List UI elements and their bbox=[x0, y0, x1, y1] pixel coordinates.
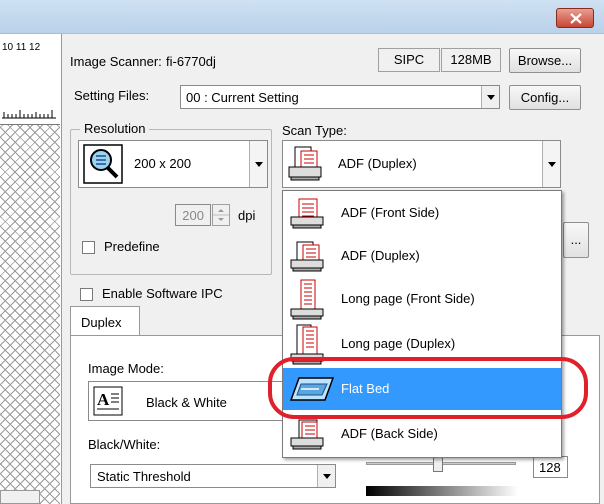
dropdown-item-label: ADF (Back Side) bbox=[341, 426, 438, 441]
threshold-value: 128 bbox=[539, 460, 561, 475]
dropdown-item-label: ADF (Front Side) bbox=[341, 205, 440, 220]
close-button[interactable] bbox=[556, 8, 594, 28]
scanner-label: Image Scanner: bbox=[70, 54, 162, 69]
sipc-indicator: SIPC bbox=[378, 48, 440, 72]
black-white-value: Static Threshold bbox=[97, 469, 191, 484]
close-icon bbox=[570, 13, 582, 24]
title-bar bbox=[0, 0, 604, 34]
config-button[interactable]: Config... bbox=[509, 85, 581, 110]
adf-front-icon bbox=[290, 198, 324, 229]
threshold-input[interactable]: 128 bbox=[533, 456, 568, 478]
setting-files-select[interactable]: 00 : Current Setting bbox=[180, 85, 500, 109]
black-white-label: Black/White: bbox=[88, 437, 161, 452]
memory-text: 128MB bbox=[450, 52, 492, 67]
chevron-down-icon bbox=[317, 465, 335, 487]
custom-dpi-input[interactable]: 200 bbox=[175, 204, 211, 226]
image-mode-label: Image Mode: bbox=[88, 361, 164, 376]
chevron-down-icon bbox=[249, 141, 267, 187]
adf-back-icon bbox=[290, 419, 324, 450]
resolution-value: 200 x 200 bbox=[134, 156, 192, 171]
ruler-ticks bbox=[2, 110, 56, 119]
browse-button[interactable]: Browse... bbox=[509, 48, 581, 73]
scan-type-select[interactable]: ADF (Duplex) bbox=[282, 140, 561, 188]
memory-indicator: 128MB bbox=[441, 48, 501, 72]
text-mode-icon: A bbox=[93, 386, 123, 416]
sipc-text: SIPC bbox=[393, 52, 425, 67]
dropdown-item-label: Long page (Front Side) bbox=[341, 291, 475, 306]
long-page-front-icon bbox=[290, 279, 324, 320]
tab-duplex[interactable]: Duplex bbox=[70, 306, 140, 336]
scanner-model: fi-6770dj bbox=[166, 54, 216, 69]
setting-files-value: 00 : Current Setting bbox=[186, 90, 299, 105]
preview-footer bbox=[0, 490, 40, 504]
dropdown-item-label: ADF (Duplex) bbox=[341, 248, 420, 263]
predefine-checkbox[interactable] bbox=[82, 241, 95, 254]
resolution-group-label: Resolution bbox=[80, 121, 150, 136]
dropdown-item-adf-back[interactable]: ADF (Back Side) bbox=[283, 413, 561, 455]
black-white-select[interactable]: Static Threshold bbox=[90, 464, 336, 488]
chevron-down-icon bbox=[481, 86, 499, 108]
scan-type-label: Scan Type: bbox=[282, 123, 347, 138]
custom-dpi-value: 200 bbox=[182, 208, 204, 223]
dropdown-item-label: Long page (Duplex) bbox=[341, 336, 456, 351]
dropdown-item-adf-front[interactable]: ADF (Front Side) bbox=[283, 192, 561, 234]
gradient-bar bbox=[366, 486, 518, 496]
dropdown-item-long-page-front[interactable]: Long page (Front Side) bbox=[283, 278, 561, 322]
adf-duplex-icon bbox=[288, 146, 322, 181]
chevron-down-icon bbox=[542, 141, 560, 187]
preview-area[interactable] bbox=[0, 124, 60, 504]
dropdown-item-adf-duplex[interactable]: ADF (Duplex) bbox=[283, 235, 561, 277]
adf-duplex-icon bbox=[290, 241, 324, 272]
setting-files-label: Setting Files: bbox=[74, 88, 150, 103]
image-mode-value: Black & White bbox=[146, 395, 227, 410]
resolution-select[interactable]: 200 x 200 bbox=[78, 140, 268, 188]
predefine-label: Predefine bbox=[104, 239, 160, 254]
svg-text:A: A bbox=[97, 390, 110, 409]
highlight-annotation bbox=[268, 357, 588, 419]
preview-panel: 10 11 12 bbox=[0, 34, 62, 504]
more-options-button[interactable]: ... bbox=[563, 222, 589, 258]
software-ipc-label: Enable Software IPC bbox=[102, 286, 223, 301]
scan-type-value: ADF (Duplex) bbox=[338, 156, 417, 171]
magnifier-icon bbox=[83, 144, 123, 184]
ruler-numbers: 10 11 12 bbox=[2, 42, 41, 53]
software-ipc-checkbox[interactable] bbox=[80, 288, 93, 301]
dpi-unit: dpi bbox=[238, 208, 256, 223]
tab-duplex-label: Duplex bbox=[81, 315, 122, 330]
image-mode-select[interactable]: A Black & White bbox=[88, 381, 288, 421]
dpi-spinner[interactable] bbox=[212, 204, 230, 226]
spinner-arrows-icon bbox=[213, 209, 229, 221]
